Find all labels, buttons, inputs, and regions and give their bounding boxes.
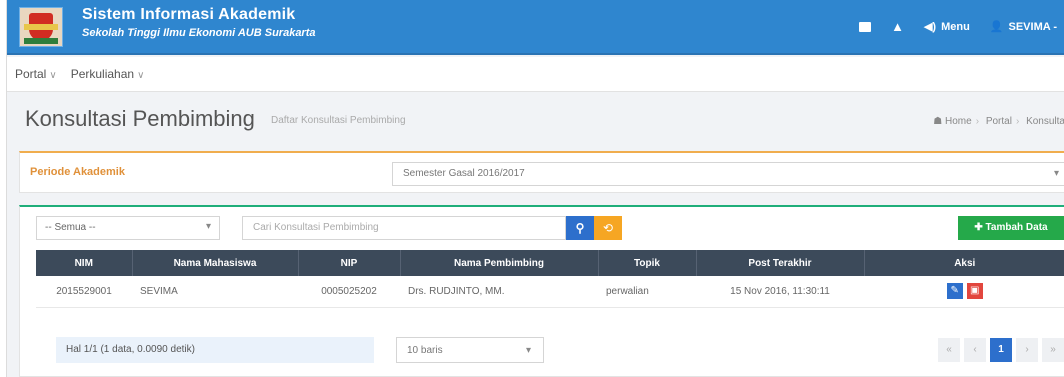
page-subtitle: Daftar Konsultasi Pembimbing (271, 115, 406, 126)
col-nama-mahasiswa[interactable]: Nama Mahasiswa (132, 250, 299, 276)
refresh-icon: ⟲ (602, 221, 614, 235)
cell-nama-pembimbing: Drs. RUDJINTO, MM. (400, 276, 598, 308)
breadcrumb: ☗ Home › Portal › Konsulta (933, 116, 1064, 127)
warning-icon: ▲ (891, 19, 904, 34)
chevron-down-icon: ▾ (205, 221, 211, 232)
pencil-icon: ✎ (950, 285, 959, 297)
cell-nama-mahasiswa: SEVIMA (132, 276, 298, 308)
periode-select[interactable]: Semester Gasal 2016/2017 ▾ (392, 162, 1064, 186)
col-aksi: Aksi (864, 250, 1064, 276)
breadcrumb-home[interactable]: Home (945, 116, 972, 127)
cell-nim: 2015529001 (36, 276, 132, 308)
col-nip[interactable]: NIP (298, 250, 401, 276)
page-last-button[interactable]: » (1042, 338, 1064, 362)
chevron-down-icon: ▾ (525, 345, 531, 356)
page-1-button[interactable]: 1 (990, 338, 1012, 362)
table-row[interactable]: 2015529001 SEVIMA 0005025202 Drs. RUDJIN… (36, 276, 1064, 308)
trash-icon: ▣ (970, 285, 980, 297)
cell-actions: ✎ ▣ (864, 276, 1064, 308)
chevron-down-icon: ▾ (1053, 168, 1059, 179)
pagination-info: Hal 1/1 (1 data, 0.0090 detik) (56, 337, 374, 363)
header-nav: ▲ ◀) Menu 👤 SEVIMA - (859, 19, 1057, 34)
col-post-terakhir[interactable]: Post Terakhir (696, 250, 865, 276)
cell-nip: 0005025202 (298, 276, 400, 308)
campus-logo (19, 7, 63, 47)
page-next-button[interactable]: › (1016, 338, 1038, 362)
top-header: Sistem Informasi Akademik Sekolah Tinggi… (7, 0, 1064, 55)
cell-post-terakhir: 15 Nov 2016, 11:30:11 (696, 276, 864, 308)
col-topik[interactable]: Topik (598, 250, 697, 276)
main-menubar: Portal ∨ Perkuliahan ∨ (7, 57, 1064, 92)
user-icon: 👤 (989, 21, 1004, 33)
edit-button[interactable]: ✎ (946, 283, 963, 300)
col-nim[interactable]: NIM (36, 250, 133, 276)
periode-label: Periode Akademik (30, 166, 125, 178)
user-menu-button[interactable]: 👤 SEVIMA - (989, 20, 1058, 34)
pagination: « ‹ 1 › » (938, 338, 1064, 362)
volume-icon: ◀) (923, 21, 937, 33)
delete-button[interactable]: ▣ (966, 283, 983, 300)
search-input[interactable]: Cari Konsultasi Pembimbing (242, 216, 566, 240)
col-nama-pembimbing[interactable]: Nama Pembimbing (400, 250, 599, 276)
menu-button[interactable]: ◀) Menu (923, 20, 970, 34)
grid-icon (859, 21, 872, 32)
rows-per-page-select[interactable]: 10 baris ▾ (396, 337, 544, 363)
app-subtitle: Sekolah Tinggi Ilmu Ekonomi AUB Surakart… (82, 27, 316, 39)
search-icon: ⚲ (575, 221, 585, 235)
menu-item-perkuliahan[interactable]: Perkuliahan ∨ (71, 67, 145, 81)
consultation-table: NIM Nama Mahasiswa NIP Nama Pembimbing T… (36, 250, 1064, 308)
user-label: SEVIMA - (1008, 20, 1058, 33)
menu-label: Menu (941, 20, 970, 33)
chevron-down-icon: ∨ (137, 70, 145, 81)
page-heading: Konsultasi Pembimbing Daftar Konsultasi … (7, 92, 1064, 148)
chevron-down-icon: ∨ (49, 70, 57, 81)
table-header-row: NIM Nama Mahasiswa NIP Nama Pembimbing T… (36, 250, 1064, 276)
grid-menu-button[interactable] (859, 21, 872, 32)
breadcrumb-current: Konsulta (1026, 116, 1064, 127)
breadcrumb-portal[interactable]: Portal (986, 116, 1012, 127)
alert-button[interactable]: ▲ (891, 19, 904, 34)
data-panel: -- Semua -- ▾ Cari Konsultasi Pembimbing… (19, 205, 1064, 377)
page-first-button[interactable]: « (938, 338, 960, 362)
home-icon: ☗ (933, 116, 943, 127)
periode-panel: Periode Akademik Semester Gasal 2016/201… (19, 151, 1064, 193)
search-button[interactable]: ⚲ (566, 216, 594, 240)
page-title: Konsultasi Pembimbing (25, 106, 255, 131)
app-frame: Sistem Informasi Akademik Sekolah Tinggi… (6, 0, 1064, 377)
app-title: Sistem Informasi Akademik (82, 6, 296, 23)
menu-item-portal[interactable]: Portal ∨ (15, 67, 57, 81)
filter-select[interactable]: -- Semua -- ▾ (36, 216, 220, 240)
reset-button[interactable]: ⟲ (594, 216, 622, 240)
page-prev-button[interactable]: ‹ (964, 338, 986, 362)
add-data-button[interactable]: ✚ Tambah Data (958, 216, 1064, 240)
cell-topik: perwalian (598, 276, 696, 308)
plus-icon: ✚ (974, 222, 986, 233)
